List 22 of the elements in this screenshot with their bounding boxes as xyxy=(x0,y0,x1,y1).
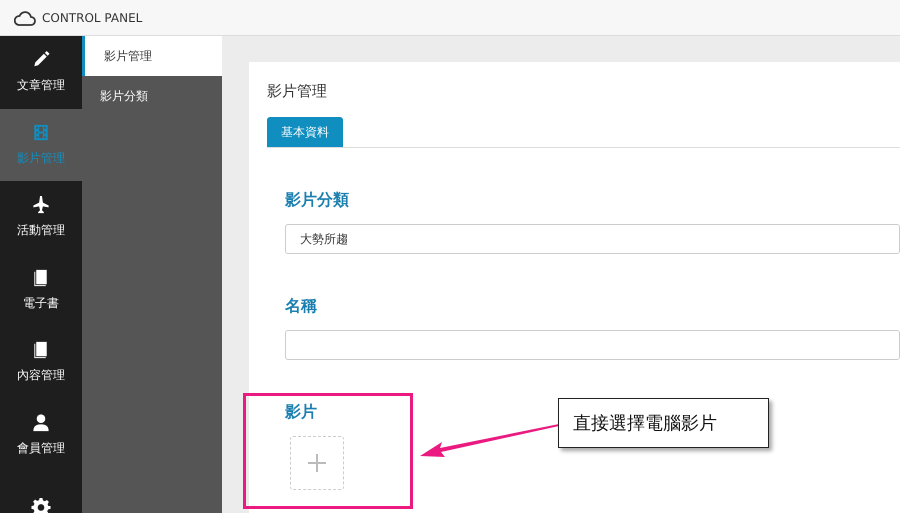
upload-button[interactable] xyxy=(290,436,344,490)
field-label: 影片 xyxy=(285,400,317,422)
input-field[interactable] xyxy=(285,330,900,360)
app-title: CONTROL PANEL xyxy=(42,10,142,26)
field-label: 名稱 xyxy=(285,294,317,316)
plus-icon xyxy=(308,454,326,472)
submenu-item[interactable]: 影片管理 xyxy=(82,36,222,76)
plane-icon xyxy=(31,195,51,216)
user-icon xyxy=(31,412,51,433)
category-select[interactable]: 大勢所趨 xyxy=(285,224,900,254)
callout-text: 直接選擇電腦影片 xyxy=(558,398,769,448)
tab[interactable]: 基本資料 xyxy=(267,116,343,146)
panel-title: 影片管理 xyxy=(267,81,328,102)
nav-item[interactable]: 文章管理 xyxy=(0,36,82,108)
gear-icon xyxy=(31,497,51,513)
nav-item[interactable]: 內容管理 xyxy=(0,326,82,398)
nav-item[interactable]: 活動管理 xyxy=(0,181,82,254)
cloud-icon xyxy=(14,10,36,26)
submenu-item[interactable]: 影片分類 xyxy=(82,76,222,116)
nav-item[interactable]: 電子書 xyxy=(0,254,82,326)
nav-item[interactable]: 會員管理 xyxy=(0,398,82,471)
field-label: 影片分類 xyxy=(285,188,349,210)
